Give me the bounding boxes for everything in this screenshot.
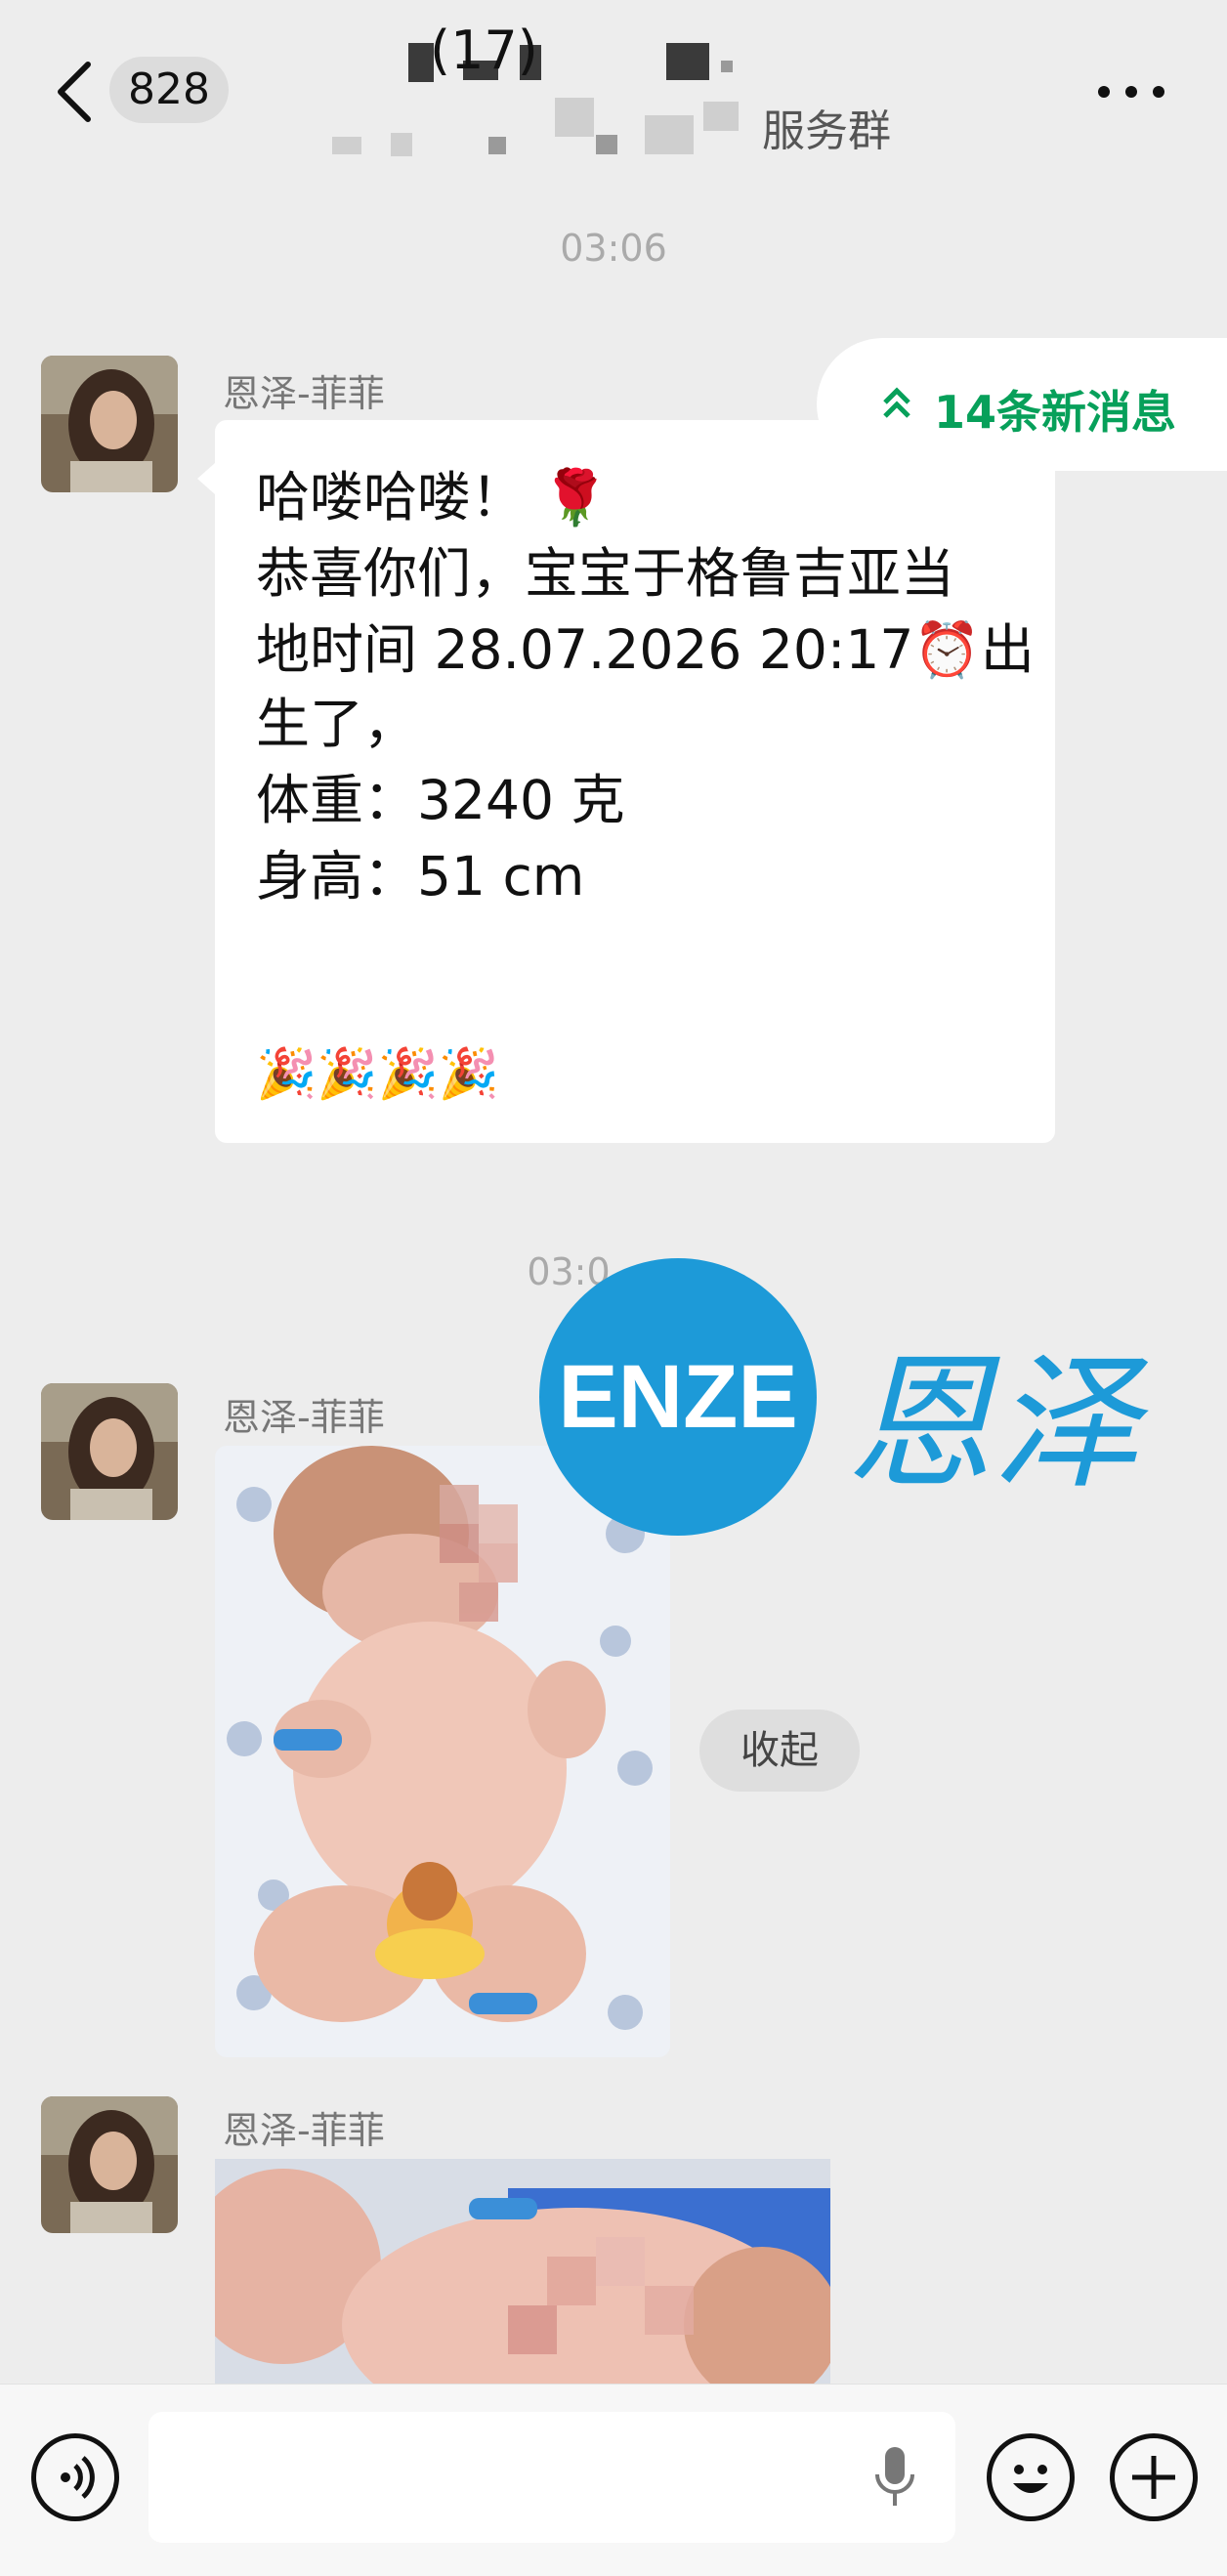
add-more-icon[interactable] — [1110, 2433, 1198, 2521]
avatar[interactable] — [41, 356, 178, 492]
microphone-icon[interactable] — [873, 2445, 916, 2510]
sender-name: 恩泽-菲菲 — [223, 1396, 385, 1439]
collapse-button[interactable]: 收起 — [699, 1710, 860, 1792]
sender-name: 恩泽-菲菲 — [223, 372, 385, 415]
timestamp: 03:0 — [527, 1250, 611, 1293]
more-options-icon[interactable] — [1098, 86, 1166, 100]
message-line: 恭喜你们，宝宝于格鲁吉亚当 — [256, 542, 955, 605]
chat-title-suffix: (17) — [430, 20, 538, 81]
enze-logo: ENZE — [539, 1258, 817, 1536]
chat-subtitle: 服务群 — [762, 106, 891, 156]
double-chevron-up-icon — [883, 387, 910, 418]
voice-toggle-icon[interactable] — [31, 2433, 119, 2521]
baby-photo-image[interactable] — [215, 1446, 670, 2057]
enze-watermark-text: 恩泽 — [846, 1339, 1140, 1509]
message-line: 地时间 28.07.2026 20:17⏰出 — [256, 618, 1035, 681]
message-input[interactable] — [148, 2412, 955, 2543]
back-arrow-icon[interactable] — [53, 61, 96, 123]
message-line: 哈喽哈喽！ 🌹 — [256, 466, 609, 528]
message-line: 体重：3240 克 — [256, 769, 625, 831]
new-messages-label: 14条新消息 — [934, 386, 1177, 439]
party-emoji-line: 🎉🎉🎉🎉 — [256, 1045, 500, 1102]
baby-photo-image[interactable] — [215, 2159, 830, 2384]
unread-count-badge[interactable]: 828 — [109, 57, 229, 123]
chat-header: 828 (17) 服务群 — [0, 0, 1227, 168]
avatar[interactable] — [41, 1383, 178, 1520]
avatar[interactable] — [41, 2096, 178, 2233]
emoji-icon[interactable] — [987, 2433, 1075, 2521]
timestamp: 03:06 — [560, 227, 667, 270]
input-toolbar — [0, 2384, 1227, 2576]
new-messages-button[interactable]: 14条新消息 — [817, 338, 1227, 471]
message-line: 身高：51 cm — [256, 845, 585, 908]
sender-name: 恩泽-菲菲 — [223, 2109, 385, 2152]
message-line: 生了， — [256, 693, 418, 755]
message-bubble[interactable]: 哈喽哈喽！ 🌹 恭喜你们，宝宝于格鲁吉亚当 地时间 28.07.2026 20:… — [197, 420, 1055, 1143]
